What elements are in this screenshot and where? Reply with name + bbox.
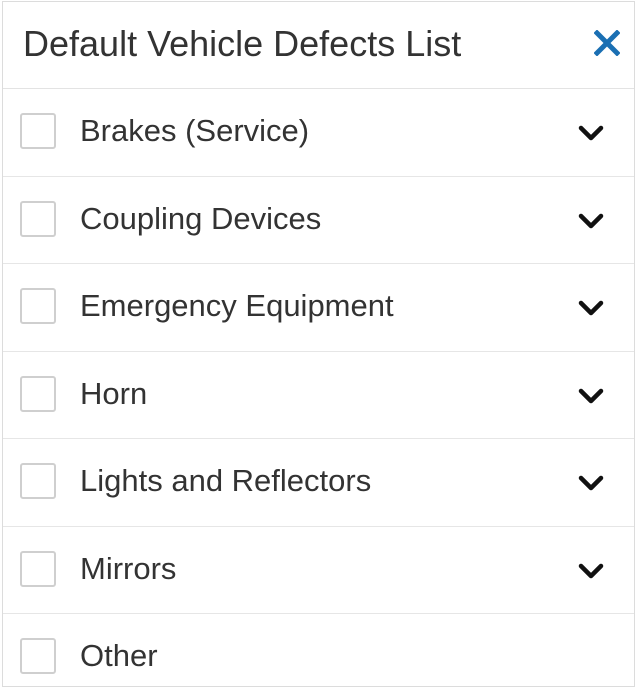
- chevron-down-icon[interactable]: [576, 297, 606, 319]
- list-item: Emergency Equipment: [3, 264, 634, 352]
- chevron-down-icon[interactable]: [576, 472, 606, 494]
- defect-label: Brakes (Service): [80, 113, 310, 148]
- close-button[interactable]: [590, 25, 624, 65]
- defects-panel: Default Vehicle Defects List Brakes (Ser…: [2, 1, 635, 687]
- panel-title: Default Vehicle Defects List: [23, 23, 462, 64]
- list-item: Coupling Devices: [3, 177, 634, 264]
- defect-label: Horn: [80, 375, 148, 411]
- defect-checkbox[interactable]: [20, 200, 56, 237]
- chevron-down-icon[interactable]: [576, 210, 606, 232]
- chevron-down-icon[interactable]: [576, 560, 606, 582]
- chevron-down-icon[interactable]: [576, 122, 606, 144]
- chevron-down-icon[interactable]: [576, 385, 606, 407]
- defect-label: Emergency Equipment: [80, 288, 394, 323]
- defect-checkbox[interactable]: [20, 550, 56, 587]
- defect-checkbox[interactable]: [20, 113, 56, 149]
- list-item: Mirrors: [3, 527, 634, 614]
- defect-label: Lights and Reflectors: [80, 463, 372, 498]
- defect-checkbox[interactable]: [20, 638, 56, 674]
- defect-checkbox[interactable]: [20, 288, 56, 324]
- defect-label: Mirrors: [80, 550, 177, 586]
- list-item: Lights and Reflectors: [3, 439, 634, 527]
- defect-label: Coupling Devices: [80, 200, 322, 236]
- list-item: Other: [3, 614, 634, 686]
- list-item: Horn: [3, 352, 634, 439]
- defect-checkbox[interactable]: [20, 463, 56, 499]
- panel-header: Default Vehicle Defects List: [3, 2, 634, 89]
- close-icon: [593, 28, 621, 61]
- defects-list: Brakes (Service) Coupling Devices Emerge…: [3, 89, 634, 686]
- list-item: Brakes (Service): [3, 89, 634, 177]
- defect-checkbox[interactable]: [20, 375, 56, 412]
- defect-label: Other: [80, 638, 158, 673]
